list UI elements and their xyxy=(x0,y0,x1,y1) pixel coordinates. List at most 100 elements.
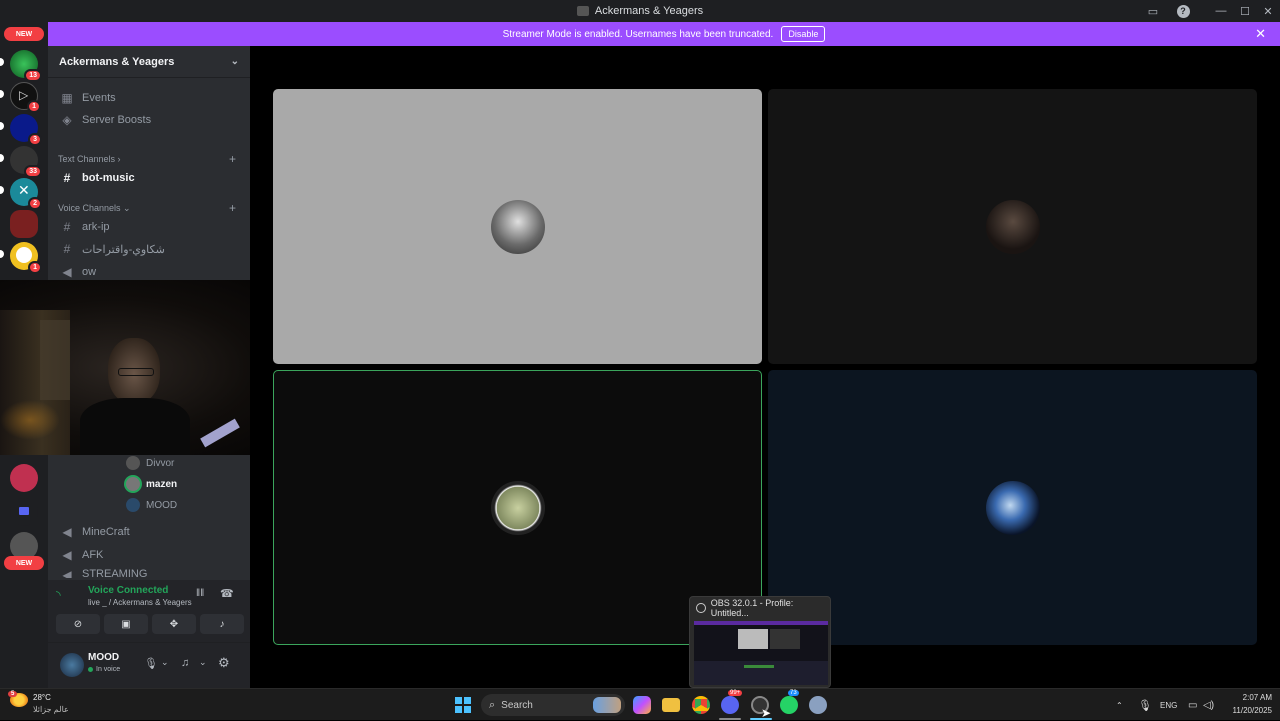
server-icon[interactable]: 13 xyxy=(10,50,42,82)
add-channel-icon[interactable]: + xyxy=(229,152,236,166)
mention-badge: 2 xyxy=(28,197,42,210)
channel-ow[interactable]: ◀ ow xyxy=(58,262,242,282)
voice-user-mood[interactable]: MOOD xyxy=(126,498,177,512)
voice-user-mazen[interactable]: mazen xyxy=(126,477,177,491)
soundboard-button[interactable]: ♪ xyxy=(200,614,244,634)
new-badge: NEW xyxy=(4,556,44,570)
text-channels-category[interactable]: Text Channels › + xyxy=(58,152,236,166)
voice-channels-category[interactable]: Voice Channels ⌄ + xyxy=(58,201,236,215)
channel-streaming[interactable]: ◀ STREAMING xyxy=(58,568,242,578)
add-channel-icon[interactable]: + xyxy=(229,201,236,215)
help-icon[interactable]: ? xyxy=(1171,0,1195,22)
maximize-icon[interactable]: ☐ xyxy=(1233,0,1257,22)
channel-complaints[interactable]: # شكاوي-واقتراحات xyxy=(58,239,242,259)
voice-status[interactable]: Voice Connected xyxy=(88,585,168,596)
preview-header: OBS 32.0.1 - Profile: Untitled... xyxy=(690,597,830,619)
windows-start-icon[interactable] xyxy=(454,696,472,714)
file-explorer-icon[interactable] xyxy=(662,698,680,712)
server-icon[interactable]: ✕ 2 xyxy=(10,178,42,210)
disconnect-icon[interactable]: ☎ xyxy=(220,587,234,600)
server-icon[interactable]: 3 xyxy=(10,114,42,146)
participant-tile[interactable] xyxy=(768,89,1257,364)
headphones-icon[interactable]: ♫ xyxy=(181,657,189,669)
calendar-icon: ▦ xyxy=(61,91,73,105)
speaker-icon: ◀ xyxy=(62,525,72,539)
boosts-label: Server Boosts xyxy=(82,114,152,126)
channel-afk[interactable]: ◀ AFK xyxy=(58,545,242,565)
camera-off-icon: ⊘ xyxy=(73,618,83,630)
microphone-icon[interactable]: 🎙︎ xyxy=(144,657,158,670)
voice-detail[interactable]: live _ / Ackermans & Yeagers xyxy=(88,598,192,607)
participant-tile[interactable] xyxy=(273,89,762,364)
network-icon[interactable]: ▭ xyxy=(1188,689,1197,721)
hash-icon: # xyxy=(63,242,71,256)
channel-label: ow xyxy=(82,266,97,278)
unread-pip xyxy=(0,186,4,194)
server-boosts-item[interactable]: ◈ Server Boosts xyxy=(58,110,242,130)
unread-pip xyxy=(0,90,4,98)
mention-badge: 1 xyxy=(27,100,41,113)
search-highlight-icon xyxy=(593,697,621,713)
folder-icon[interactable] xyxy=(10,498,38,526)
obs-taskbar-preview[interactable]: OBS 32.0.1 - Profile: Untitled... xyxy=(689,596,831,688)
voice-user-name: MOOD xyxy=(146,499,178,511)
gear-icon[interactable]: ⚙ xyxy=(218,655,230,671)
clock-time[interactable]: 2:07 AM xyxy=(1222,693,1272,702)
copilot-icon[interactable] xyxy=(633,696,651,714)
disable-streamer-mode-button[interactable]: Disable xyxy=(781,26,826,42)
chevron-down-icon: ⌄ xyxy=(230,56,239,67)
volume-icon[interactable]: ◁) xyxy=(1203,689,1214,721)
microphone-tray-icon[interactable]: 🎙︎ xyxy=(1138,689,1152,721)
channel-minecraft[interactable]: ◀ MineCraft xyxy=(58,522,242,542)
voice-user-divvor[interactable]: Divvor xyxy=(126,456,174,470)
server-icon[interactable]: 33 xyxy=(10,146,42,178)
new-badge: NEW xyxy=(4,27,44,41)
voice-connection-panel: ◝ Voice Connected live _ / Ackermans & Y… xyxy=(48,580,250,642)
clock-date[interactable]: 11/20/2025 xyxy=(1222,706,1272,715)
whatsapp-icon[interactable]: 73 xyxy=(780,690,799,714)
weather-desc[interactable]: عالم جزائلا xyxy=(33,705,69,714)
user-panel: MOOD In voice 🎙︎ ⌄ ♫ ⌄ ⚙ xyxy=(48,642,250,688)
inbox-icon[interactable]: ▭ xyxy=(1141,0,1165,22)
participant-avatar xyxy=(985,480,1040,535)
server-icon[interactable]: ▷ 1 xyxy=(10,82,41,113)
channel-bot-music[interactable]: # bot-music xyxy=(58,168,242,188)
avatar[interactable] xyxy=(60,653,84,677)
chevron-down-icon[interactable]: ⌄ xyxy=(199,657,207,668)
guild-header[interactable]: Ackermans & Yeagers ⌄ xyxy=(48,46,250,78)
screen-share-button[interactable]: ▣ xyxy=(104,614,148,634)
user-name[interactable]: MOOD xyxy=(88,652,119,663)
language-indicator[interactable]: ENG xyxy=(1160,689,1177,721)
channel-ark-ip[interactable]: # ark-ip xyxy=(58,217,242,237)
server-icon[interactable] xyxy=(10,210,38,238)
participant-tile[interactable] xyxy=(768,370,1257,645)
taskbar-search[interactable]: ⌕ Search xyxy=(481,694,625,716)
server-icon[interactable]: 1 xyxy=(10,242,42,274)
activities-icon: ✥ xyxy=(169,618,179,630)
user-status-text: In voice xyxy=(96,666,121,673)
discord-taskbar-icon[interactable]: 99+ xyxy=(721,690,743,714)
minimize-icon[interactable]: — xyxy=(1209,0,1233,22)
settings-taskbar-icon[interactable] xyxy=(809,696,827,714)
chrome-icon[interactable] xyxy=(692,696,710,714)
channel-label: MineCraft xyxy=(82,526,130,538)
close-window-icon[interactable]: ✕ xyxy=(1256,0,1280,22)
noise-suppression-icon[interactable]: ǁǁ xyxy=(196,588,204,599)
user-status: In voice xyxy=(88,666,120,673)
channel-label: bot-music xyxy=(82,172,135,184)
tray-overflow-icon[interactable]: ⌃ xyxy=(1116,689,1123,721)
close-banner-icon[interactable]: ✕ xyxy=(1255,26,1266,42)
weather-temp[interactable]: 28°C xyxy=(33,693,51,702)
channel-label: STREAMING xyxy=(82,568,148,578)
participant-avatar xyxy=(985,199,1040,254)
speaker-icon: ◀ xyxy=(62,548,72,562)
chevron-down-icon[interactable]: ⌄ xyxy=(161,657,169,668)
avatar xyxy=(126,456,140,470)
mention-badge: 33 xyxy=(24,165,42,178)
events-item[interactable]: ▦ Events xyxy=(58,88,242,108)
server-icon[interactable] xyxy=(10,464,38,492)
connection-signal-icon: ◝ xyxy=(56,588,61,602)
participant-avatar xyxy=(490,199,545,254)
activities-button[interactable]: ✥ xyxy=(152,614,196,634)
camera-button[interactable]: ⊘ xyxy=(56,614,100,634)
